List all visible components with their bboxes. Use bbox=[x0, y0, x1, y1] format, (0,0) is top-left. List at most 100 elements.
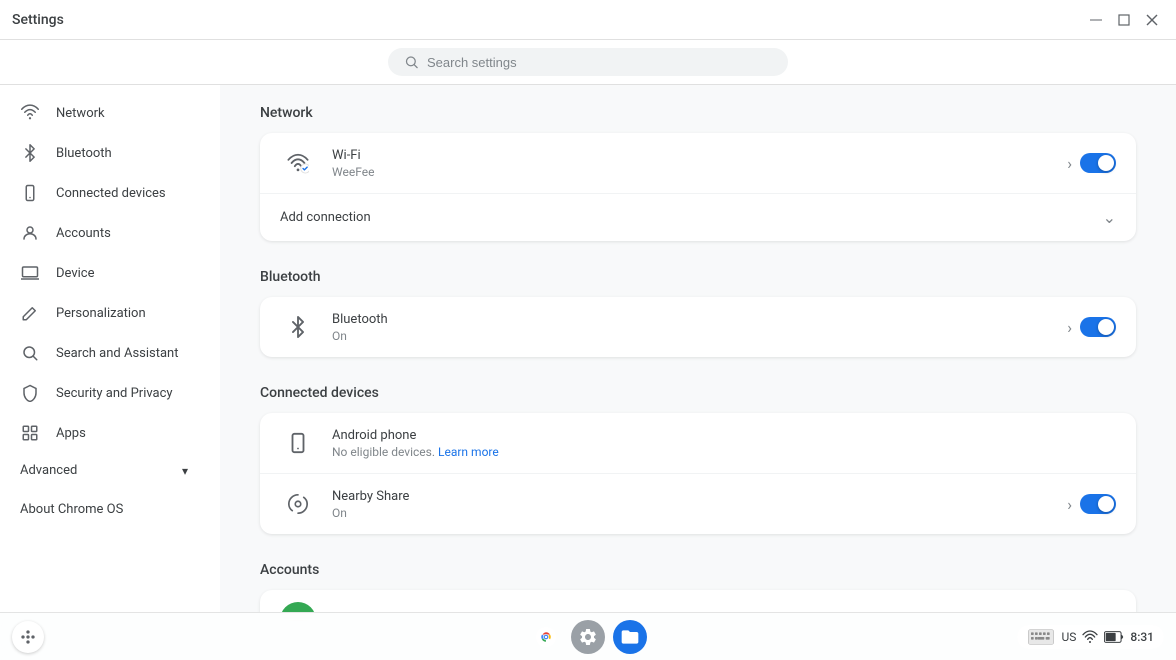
chevron-down-icon: ▾ bbox=[182, 464, 188, 478]
sidebar-about-label: About Chrome OS bbox=[20, 502, 123, 517]
title-bar: Settings bbox=[0, 0, 1176, 40]
wifi-row-content: Wi-Fi WeeFee bbox=[332, 148, 1067, 179]
search-input[interactable] bbox=[427, 55, 772, 70]
sidebar: Network Bluetooth Connected devices bbox=[0, 85, 220, 612]
nearby-share-toggle-thumb bbox=[1098, 496, 1114, 512]
bluetooth-subtitle: On bbox=[332, 329, 1067, 343]
android-phone-row[interactable]: Android phone No eligible devices. Learn… bbox=[260, 413, 1136, 474]
wifi-actions: › bbox=[1067, 153, 1116, 173]
network-section-title: Network bbox=[260, 105, 1136, 121]
search-settings-icon bbox=[20, 343, 40, 363]
sidebar-item-network-label: Network bbox=[56, 106, 105, 121]
sidebar-item-bluetooth[interactable]: Bluetooth bbox=[0, 133, 208, 173]
taskbar-wifi-icon bbox=[1082, 629, 1098, 645]
bluetooth-section: Bluetooth Bluetooth On › bbox=[260, 269, 1136, 357]
grid-icon bbox=[20, 423, 40, 443]
title-bar-controls bbox=[1084, 8, 1164, 32]
minimize-button[interactable] bbox=[1084, 8, 1108, 32]
wifi-row[interactable]: Wi-Fi WeeFee › bbox=[260, 133, 1136, 194]
android-phone-icon bbox=[280, 425, 316, 461]
main-content: Network bbox=[220, 85, 1176, 612]
taskbar-right: US 8:31 bbox=[1017, 625, 1164, 649]
sidebar-item-search-assistant-label: Search and Assistant bbox=[56, 346, 179, 361]
add-connection-chevron-icon: ⌄ bbox=[1103, 208, 1116, 227]
wifi-chevron-icon: › bbox=[1067, 154, 1072, 173]
taskbar-center bbox=[529, 620, 647, 654]
nearby-share-icon bbox=[280, 486, 316, 522]
taskbar-status-area[interactable]: US 8:31 bbox=[1017, 625, 1164, 649]
bluetooth-row[interactable]: Bluetooth On › bbox=[260, 297, 1136, 357]
maximize-button[interactable] bbox=[1112, 8, 1136, 32]
sidebar-advanced-label: Advanced bbox=[20, 463, 77, 478]
settings-taskbar-icon[interactable] bbox=[571, 620, 605, 654]
search-input-wrap bbox=[388, 48, 788, 76]
sidebar-item-search-assistant[interactable]: Search and Assistant bbox=[0, 333, 208, 373]
bluetooth-row-icon bbox=[280, 309, 316, 345]
network-section: Network bbox=[260, 105, 1136, 241]
nearby-share-toggle[interactable] bbox=[1080, 494, 1116, 514]
nearby-share-content: Nearby Share On bbox=[332, 489, 1067, 520]
clock: 8:31 bbox=[1130, 630, 1154, 644]
sidebar-item-advanced[interactable]: Advanced ▾ bbox=[0, 453, 208, 488]
android-phone-subtitle-text: No eligible devices. bbox=[332, 445, 435, 459]
person-icon bbox=[20, 223, 40, 243]
bluetooth-actions: › bbox=[1067, 317, 1116, 337]
bluetooth-section-title: Bluetooth bbox=[260, 269, 1136, 285]
android-phone-content: Android phone No eligible devices. Learn… bbox=[332, 428, 1116, 459]
accounts-card: c Currently signed in as cros › bbox=[260, 590, 1136, 612]
account-signed-in-row[interactable]: c Currently signed in as cros › bbox=[260, 590, 1136, 612]
bluetooth-icon bbox=[20, 143, 40, 163]
taskbar: US 8:31 bbox=[0, 612, 1176, 660]
wifi-label: Wi-Fi bbox=[332, 148, 1067, 163]
settings-window: Settings bbox=[0, 0, 1176, 612]
keyboard-icon bbox=[1027, 629, 1055, 645]
sidebar-item-bluetooth-label: Bluetooth bbox=[56, 146, 112, 161]
android-phone-subtitle: No eligible devices. Learn more bbox=[332, 445, 1116, 459]
nearby-share-subtitle: On bbox=[332, 506, 1067, 520]
laptop-icon bbox=[20, 263, 40, 283]
sidebar-item-device[interactable]: Device bbox=[0, 253, 208, 293]
sidebar-item-personalization[interactable]: Personalization bbox=[0, 293, 208, 333]
window-title: Settings bbox=[12, 12, 64, 28]
connected-devices-section-title: Connected devices bbox=[260, 385, 1136, 401]
sidebar-item-connected-devices[interactable]: Connected devices bbox=[0, 173, 208, 213]
sidebar-item-security-privacy-label: Security and Privacy bbox=[56, 386, 173, 401]
sidebar-item-accounts-label: Accounts bbox=[56, 226, 111, 241]
battery-icon bbox=[1104, 630, 1124, 644]
android-phone-learn-more-link[interactable]: Learn more bbox=[438, 445, 499, 459]
wifi-subtitle: WeeFee bbox=[332, 165, 1067, 179]
bluetooth-row-content: Bluetooth On bbox=[332, 312, 1067, 343]
network-card: Wi-Fi WeeFee › Add connection ⌄ bbox=[260, 133, 1136, 241]
sidebar-item-apps-label: Apps bbox=[56, 426, 86, 441]
language-indicator: US bbox=[1061, 630, 1076, 644]
wifi-toggle[interactable] bbox=[1080, 153, 1116, 173]
accounts-section: Accounts c Currently signed in as cros › bbox=[260, 562, 1136, 612]
close-button[interactable] bbox=[1140, 8, 1164, 32]
sidebar-item-about[interactable]: About Chrome OS bbox=[0, 492, 208, 527]
wifi-icon bbox=[20, 103, 40, 123]
sidebar-item-apps[interactable]: Apps bbox=[0, 413, 208, 453]
sidebar-item-network[interactable]: Network bbox=[0, 93, 208, 133]
launcher-button[interactable] bbox=[12, 621, 44, 653]
nearby-share-row[interactable]: Nearby Share On › bbox=[260, 474, 1136, 534]
sidebar-item-accounts[interactable]: Accounts bbox=[0, 213, 208, 253]
pencil-icon bbox=[20, 303, 40, 323]
bluetooth-toggle-thumb bbox=[1098, 319, 1114, 335]
bluetooth-toggle[interactable] bbox=[1080, 317, 1116, 337]
add-connection-label: Add connection bbox=[280, 210, 371, 225]
account-avatar: c bbox=[280, 602, 316, 612]
title-bar-left: Settings bbox=[12, 12, 64, 28]
chrome-taskbar-icon[interactable] bbox=[529, 620, 563, 654]
phone-icon bbox=[20, 183, 40, 203]
nearby-share-chevron-icon: › bbox=[1067, 495, 1072, 514]
nearby-share-actions: › bbox=[1067, 494, 1116, 514]
bluetooth-card: Bluetooth On › bbox=[260, 297, 1136, 357]
bluetooth-chevron-icon: › bbox=[1067, 318, 1072, 337]
files-taskbar-icon[interactable] bbox=[613, 620, 647, 654]
sidebar-item-security-privacy[interactable]: Security and Privacy bbox=[0, 373, 208, 413]
sidebar-item-device-label: Device bbox=[56, 266, 95, 281]
sidebar-item-personalization-label: Personalization bbox=[56, 306, 146, 321]
wifi-row-icon bbox=[280, 145, 316, 181]
settings-body: Network Bluetooth Connected devices bbox=[0, 85, 1176, 612]
add-connection-row[interactable]: Add connection ⌄ bbox=[260, 194, 1136, 241]
